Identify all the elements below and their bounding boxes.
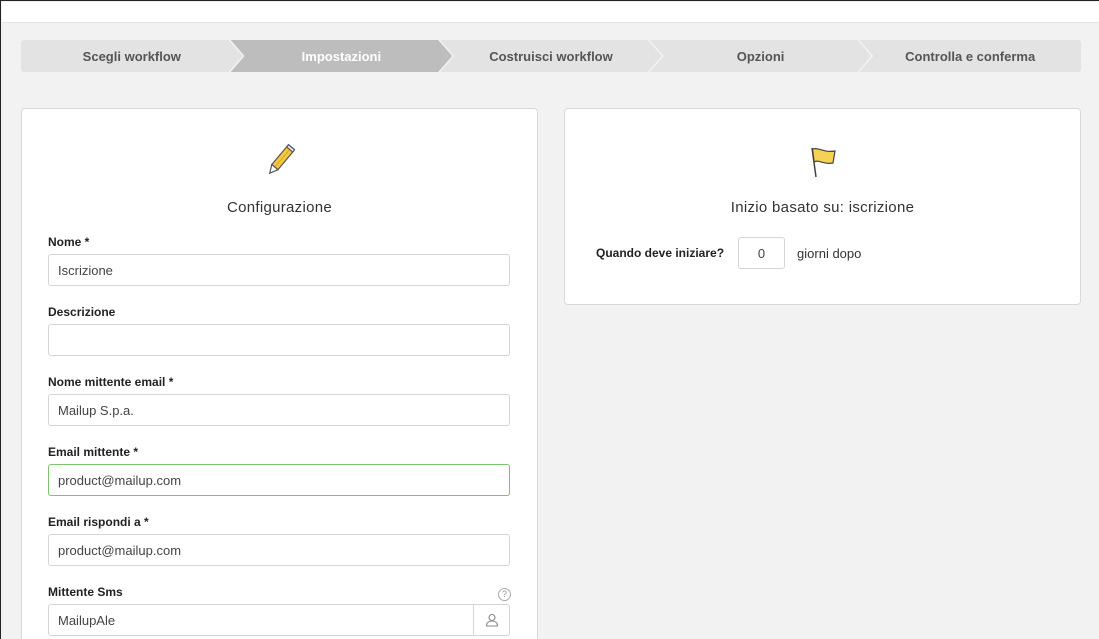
sms-sender-value: MailupAle xyxy=(58,612,116,628)
reply-to-label: Email rispondi a * xyxy=(48,515,149,529)
step-label: Opzioni xyxy=(736,48,785,64)
app-window: Scegli workflow Impostazioni Costruisci … xyxy=(0,0,1099,639)
sender-name-label: Nome mittente email * xyxy=(48,375,174,389)
step-label: Scegli workflow xyxy=(82,48,181,64)
description-input[interactable] xyxy=(48,324,510,356)
step-label: Costruisci workflow xyxy=(489,48,613,64)
name-input[interactable]: Iscrizione xyxy=(48,254,510,286)
step-review-confirm[interactable]: Controlla e conferma xyxy=(859,40,1081,72)
wizard-stepper: Scegli workflow Impostazioni Costruisci … xyxy=(21,40,1081,72)
step-build-workflow[interactable]: Costruisci workflow xyxy=(440,40,662,72)
days-suffix: giorni dopo xyxy=(797,245,862,261)
name-value: Iscrizione xyxy=(58,262,113,278)
user-icon[interactable] xyxy=(473,605,509,635)
name-label: Nome * xyxy=(48,235,90,249)
sender-email-input[interactable]: product@mailup.com xyxy=(48,464,510,496)
sms-sender-input[interactable]: MailupAle xyxy=(48,604,510,636)
flag-icon xyxy=(807,145,839,184)
pencil-icon xyxy=(265,143,295,184)
step-choose-workflow[interactable]: Scegli workflow xyxy=(21,40,243,72)
sender-email-label: Email mittente * xyxy=(48,445,139,459)
step-settings[interactable]: Impostazioni xyxy=(231,40,453,72)
reply-to-value: product@mailup.com xyxy=(58,542,182,558)
configuration-card: Configurazione Nome * Iscrizione Descriz… xyxy=(21,108,538,639)
start-card: Inizio basato su: iscrizione Quando deve… xyxy=(564,108,1081,305)
description-label: Descrizione xyxy=(48,305,116,319)
start-row: Quando deve iniziare? 0 giorni dopo xyxy=(596,237,861,269)
sender-name-input[interactable]: Mailup S.p.a. xyxy=(48,394,510,426)
sender-email-value: product@mailup.com xyxy=(58,472,182,488)
step-label: Controlla e conferma xyxy=(905,48,1036,64)
question-circle-icon[interactable]: ? xyxy=(498,588,511,601)
configuration-title: Configurazione xyxy=(226,199,333,216)
sender-name-value: Mailup S.p.a. xyxy=(58,402,134,418)
top-bar xyxy=(2,2,1099,23)
start-question: Quando deve iniziare? xyxy=(596,246,725,260)
days-value: 0 xyxy=(757,245,766,261)
sms-sender-label: Mittente Sms xyxy=(48,585,123,599)
days-input[interactable]: 0 xyxy=(738,237,786,269)
reply-to-input[interactable]: product@mailup.com xyxy=(48,534,510,566)
step-label: Impostazioni xyxy=(301,48,382,64)
start-title: Inizio basato su: iscrizione xyxy=(730,199,915,216)
step-options[interactable]: Opzioni xyxy=(650,40,872,72)
